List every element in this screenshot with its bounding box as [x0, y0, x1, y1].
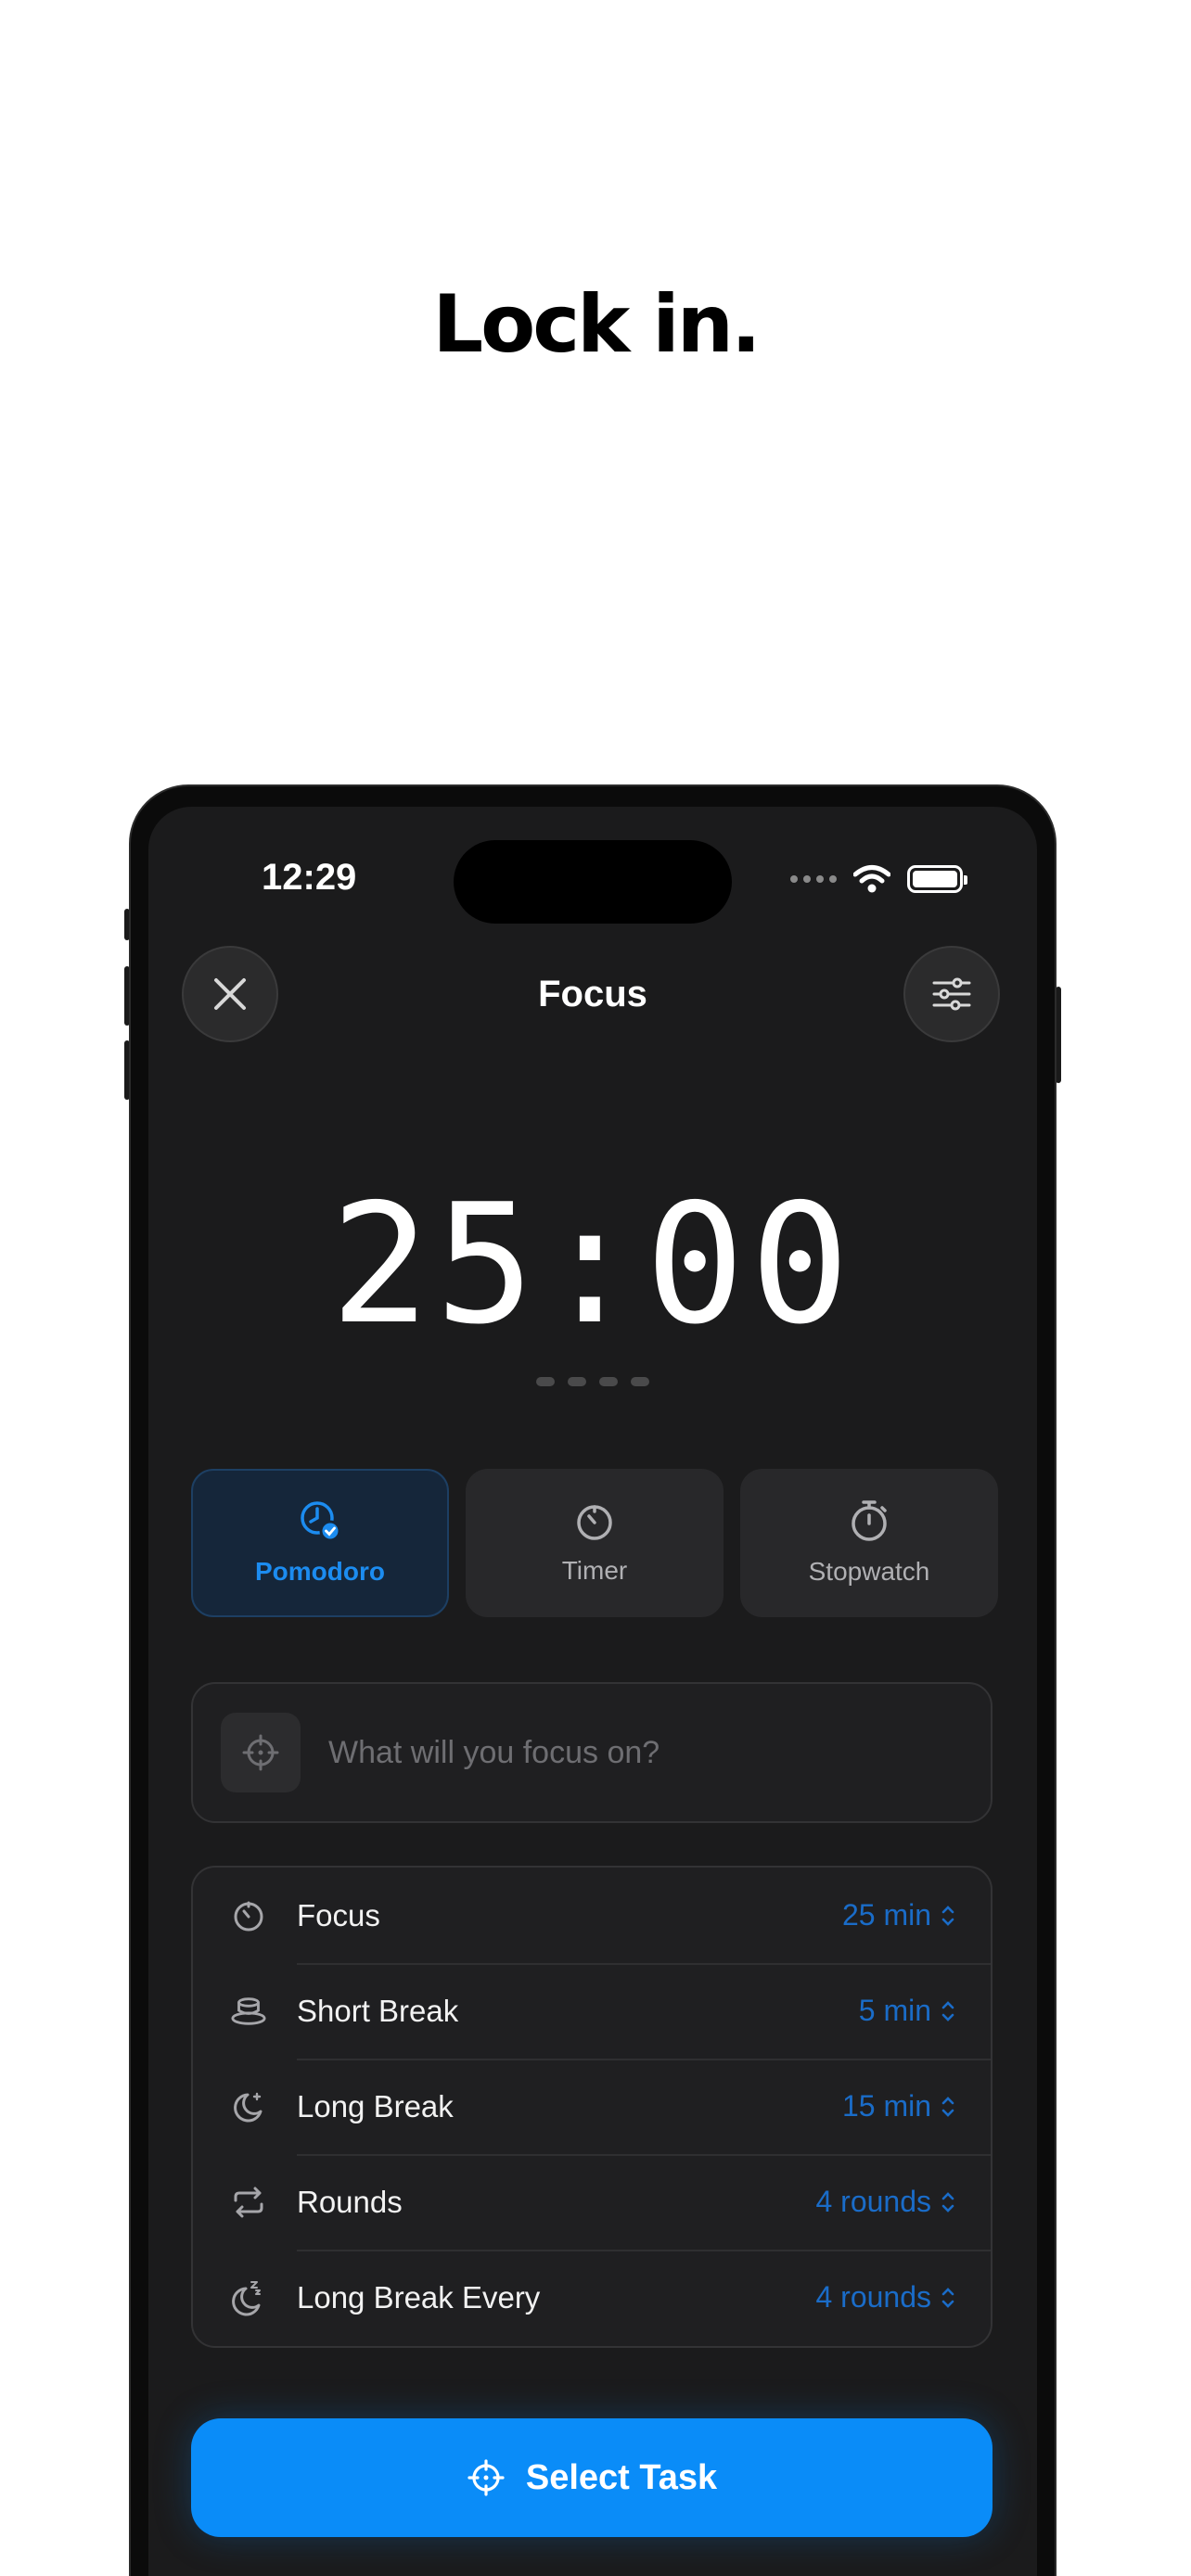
setting-row-focus[interactable]: Focus 25 min [193, 1868, 991, 1963]
mode-pomodoro[interactable]: Pomodoro [191, 1469, 449, 1617]
mode-label: Timer [561, 1556, 628, 1585]
setting-row-long-break[interactable]: Long Break 15 min [193, 2059, 991, 2154]
repeat-icon [234, 2187, 263, 2217]
coffee-cup-icon [231, 1996, 266, 2025]
chevron-up-down-icon [941, 2096, 954, 2117]
setting-label: Short Break [297, 1993, 459, 2028]
status-icons [790, 864, 967, 894]
mode-label: Pomodoro [255, 1557, 385, 1586]
setting-row-rounds[interactable]: Rounds 4 rounds [193, 2154, 991, 2250]
dynamic-island [454, 840, 732, 924]
setting-value-text: 25 min [841, 1898, 931, 1932]
status-time: 12:29 [262, 857, 357, 898]
clock-check-icon [301, 1501, 341, 1542]
mode-timer[interactable]: Timer [466, 1469, 724, 1617]
setting-label: Rounds [297, 2184, 403, 2219]
chevron-up-down-icon [941, 2287, 954, 2308]
chevron-up-down-icon [941, 2191, 954, 2213]
focus-task-field[interactable] [191, 1682, 992, 1823]
stopwatch-icon [852, 1500, 887, 1541]
setting-value[interactable]: 5 min [859, 1994, 955, 2028]
setting-value-text: 4 rounds [815, 2185, 931, 2218]
crosshair-icon [242, 1734, 279, 1771]
phone-screen: 12:29 Focus 25:00 Pomodoro Timer Stopwat… [148, 807, 1037, 2576]
settings-button[interactable] [903, 946, 1000, 1042]
sleep-moon-icon [232, 2280, 261, 2315]
cellular-signal-icon [790, 875, 837, 883]
mode-label: Stopwatch [808, 1557, 930, 1586]
setting-value[interactable]: 25 min [842, 1898, 955, 1932]
setting-row-short-break[interactable]: Short Break 5 min [193, 1963, 991, 2059]
timer-icon [577, 1505, 612, 1540]
setting-value-text: 5 min [858, 1994, 931, 2027]
crosshair-icon [467, 2459, 505, 2496]
select-task-label: Select Task [525, 2457, 718, 2497]
chevron-up-down-icon [941, 1905, 954, 1926]
setting-label: Focus [297, 1897, 380, 1932]
battery-icon [907, 865, 967, 893]
wifi-icon [853, 865, 890, 893]
pomodoro-settings-list: Focus 25 min Short Break 5 min Long Brea… [191, 1866, 992, 2348]
chevron-up-down-icon [941, 2000, 954, 2021]
sliders-icon [932, 977, 971, 1011]
setting-label: Long Break Every [297, 2279, 541, 2315]
setting-value-text: 15 min [841, 2089, 931, 2123]
headline: Lock in. [432, 278, 761, 371]
mode-selector: Pomodoro Timer Stopwatch [191, 1469, 998, 1617]
focus-input[interactable] [328, 1734, 963, 1771]
setting-row-long-break-every[interactable]: Long Break Every 4 rounds [193, 2250, 991, 2345]
moon-icon [234, 2092, 263, 2122]
setting-value[interactable]: 4 rounds [815, 2185, 955, 2219]
select-task-button[interactable]: Select Task [191, 2418, 992, 2537]
page-indicator[interactable] [536, 1377, 649, 1386]
timer-display: 25:00 [330, 1168, 855, 1360]
setting-value[interactable]: 15 min [842, 2089, 955, 2123]
setting-value-text: 4 rounds [815, 2280, 931, 2314]
setting-label: Long Break [297, 2088, 454, 2123]
mode-stopwatch[interactable]: Stopwatch [740, 1469, 998, 1617]
setting-value[interactable]: 4 rounds [815, 2280, 955, 2315]
crosshair-icon-box [221, 1713, 301, 1792]
timer-icon [234, 1901, 263, 1931]
